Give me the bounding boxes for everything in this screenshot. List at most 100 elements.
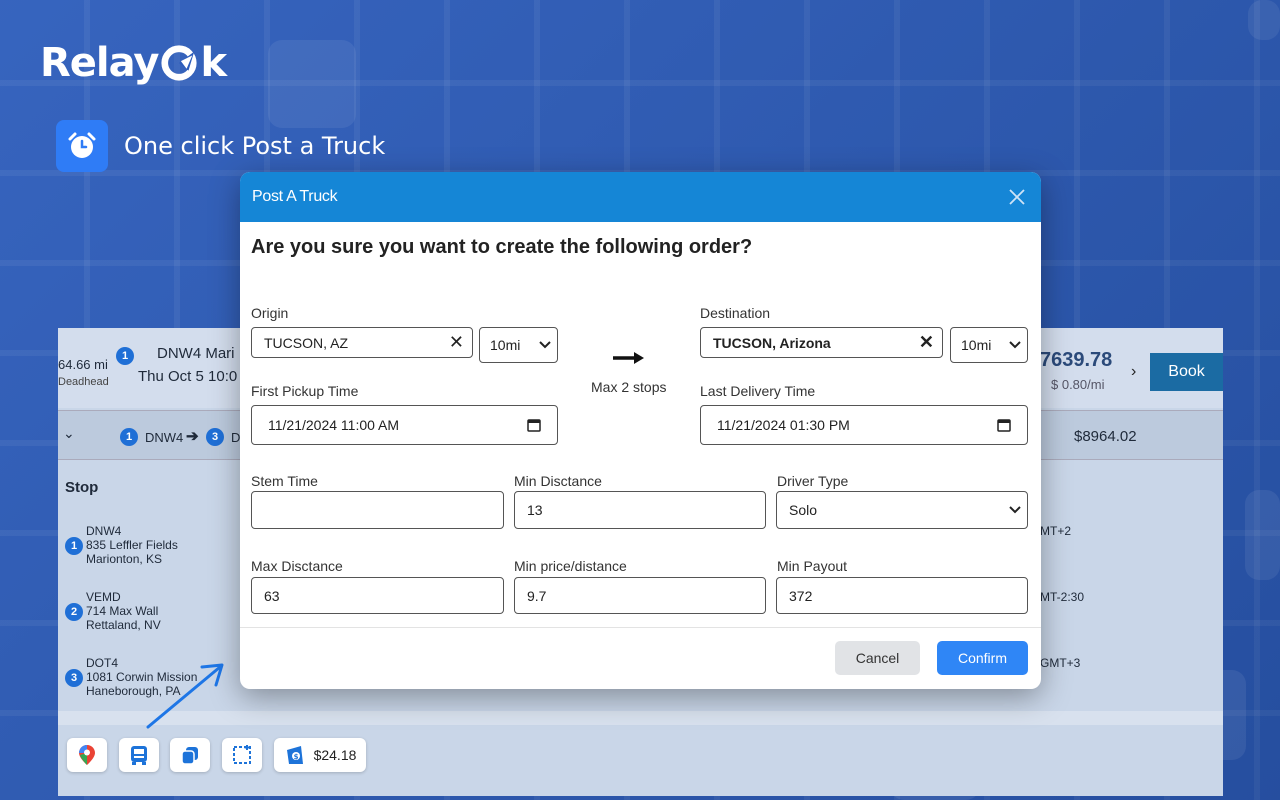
post-truck-modal: Post A Truck Are you sure you want to cr… [240, 172, 1041, 689]
route-from: DNW4 [145, 430, 184, 445]
stop-number: 2 [65, 603, 83, 621]
wallet-icon: $ [286, 746, 303, 764]
route-total: $8964.02 [1074, 428, 1137, 445]
route-badge-from: 1 [120, 428, 138, 446]
stop-code: DNW4 [86, 524, 122, 538]
book-button-label: Book [1168, 363, 1205, 380]
min-price-value: 9.7 [527, 587, 547, 604]
brand-logo: Relay k [40, 40, 227, 86]
origin-radius-select[interactable]: 10mi [479, 327, 558, 363]
chevron-right-icon[interactable]: › [1131, 363, 1136, 381]
crop-button[interactable] [222, 738, 262, 772]
long-arrow-right-icon [613, 352, 644, 364]
last-delivery-value: 11/21/2024 01:30 PM [717, 417, 850, 433]
chevron-down-icon [539, 341, 551, 349]
stop-header: Stop [65, 479, 99, 496]
confirm-button-label: Confirm [957, 650, 1007, 666]
load-price: 7639.78 [1040, 349, 1113, 371]
min-price-label: Min price/distance [514, 558, 627, 574]
copy-icon [181, 747, 198, 765]
driver-type-value: Solo [789, 502, 818, 518]
stop-badge: 1 [116, 347, 134, 365]
footer-divider [240, 627, 1041, 628]
calendar-icon[interactable] [527, 418, 541, 432]
stop-code: VEMD [86, 590, 121, 604]
map-pin-button[interactable] [67, 738, 107, 772]
stop-number: 3 [65, 669, 83, 687]
min-distance-label: Min Disctance [514, 473, 602, 489]
stop-city: Rettaland, NV [86, 618, 161, 632]
map-pin-icon [79, 745, 95, 765]
confirmation-question: Are you sure you want to create the foll… [251, 236, 753, 258]
panel-bottom-bar [58, 711, 1223, 725]
clear-destination-icon[interactable]: ✕ [919, 332, 934, 353]
stop-timezone: MT+2 [1040, 524, 1072, 538]
arrow-right-icon: ➔ [186, 428, 199, 445]
feature-title: One click Post a Truck [124, 132, 386, 160]
route-to: D [231, 430, 241, 445]
first-pickup-input[interactable]: 11/21/2024 11:00 AM [251, 405, 558, 445]
truck-button[interactable] [119, 738, 159, 772]
stop-timezone: GMT+3 [1040, 656, 1081, 670]
feature-callout: One click Post a Truck [56, 120, 385, 172]
chevron-down-icon[interactable]: ⌄ [63, 425, 75, 442]
min-price-input[interactable]: 9.7 [514, 577, 766, 614]
wallet-balance: $24.18 [313, 747, 357, 763]
wallet-balance-button[interactable]: $ $24.18 [274, 738, 366, 772]
deadhead-miles: 64.66 mi [58, 357, 108, 372]
origin-radius-value: 10mi [490, 337, 521, 353]
cancel-button[interactable]: Cancel [835, 641, 920, 675]
destination-label: Destination [700, 305, 771, 321]
min-payout-input[interactable]: 372 [776, 577, 1028, 614]
stop-city: Marionton, KS [86, 552, 163, 566]
route-badge-to: 3 [206, 428, 224, 446]
max-stops-text: Max 2 stops [591, 379, 667, 395]
first-pickup-label: First Pickup Time [251, 383, 359, 399]
first-pickup-value: 11/21/2024 11:00 AM [268, 417, 400, 433]
origin-input[interactable]: TUCSON, AZ ✕ [251, 327, 473, 358]
crop-icon [233, 745, 251, 764]
destination-radius-select[interactable]: 10mi [950, 327, 1028, 363]
max-distance-value: 63 [264, 587, 280, 604]
background-tile [1248, 0, 1280, 40]
modal-title: Post A Truck [252, 188, 338, 205]
book-button[interactable]: Book [1150, 353, 1223, 391]
origin-label: Origin [251, 305, 289, 321]
stop-timezone: MT-2:30 [1040, 590, 1085, 604]
stem-time-label: Stem Time [251, 473, 318, 489]
stop-code: DOT4 [86, 656, 119, 670]
clear-origin-icon[interactable]: ✕ [449, 332, 464, 353]
min-payout-label: Min Payout [777, 558, 848, 574]
price-per-mile: $ 0.80/mi [1051, 377, 1105, 392]
min-distance-value: 13 [527, 502, 543, 518]
origin-value: TUCSON, AZ [264, 334, 349, 351]
stop-address: 714 Max Wall [86, 604, 159, 618]
stop-address: 835 Leffler Fields [86, 538, 178, 552]
max-distance-label: Max Disctance [251, 558, 343, 574]
cancel-button-label: Cancel [855, 650, 900, 666]
stem-time-input[interactable] [251, 491, 504, 529]
background-tile [1245, 490, 1280, 580]
background-tile [268, 40, 356, 128]
logo-mark-icon [161, 45, 198, 81]
stop-number: 1 [65, 537, 83, 555]
max-distance-input[interactable]: 63 [251, 577, 504, 614]
chevron-down-icon [1009, 506, 1021, 514]
alarm-clock-icon [56, 120, 108, 172]
destination-value: TUCSON, Arizona [713, 334, 831, 351]
confirm-button[interactable]: Confirm [937, 641, 1028, 675]
copy-button[interactable] [170, 738, 210, 772]
chevron-down-icon [1009, 341, 1021, 349]
destination-input[interactable]: TUCSON, Arizona ✕ [700, 327, 943, 358]
last-delivery-label: Last Delivery Time [700, 383, 816, 399]
driver-type-select[interactable]: Solo [776, 491, 1028, 529]
calendar-icon[interactable] [997, 418, 1011, 432]
load-title: DNW4 Mari [157, 345, 235, 362]
min-distance-input[interactable]: 13 [514, 491, 766, 529]
destination-radius-value: 10mi [961, 337, 992, 353]
close-icon[interactable] [1005, 185, 1029, 209]
last-delivery-input[interactable]: 11/21/2024 01:30 PM [700, 405, 1028, 445]
truck-icon [131, 746, 147, 765]
brand-name-prefix: Relay [40, 40, 159, 86]
deadhead-label: Deadhead [58, 376, 109, 388]
